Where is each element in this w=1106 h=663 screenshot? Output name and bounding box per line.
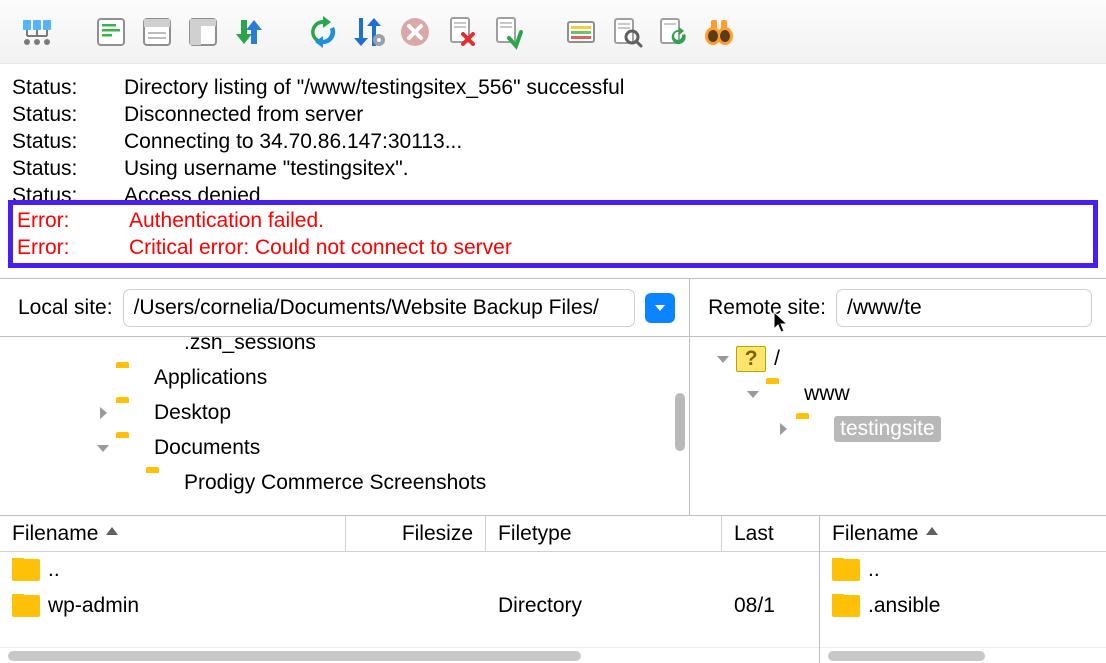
h-scrollbar[interactable] — [0, 647, 819, 663]
local-tree[interactable]: .zsh_sessions Applications Desktop Docum… — [0, 337, 689, 515]
site-manager-icon[interactable] — [18, 13, 56, 51]
sync-browse-icon[interactable] — [654, 13, 692, 51]
remote-tree[interactable]: ?/ www testingsite — [690, 337, 1106, 515]
col-last-modified[interactable]: Last — [722, 516, 819, 551]
folder-icon — [116, 436, 146, 460]
quickconnect-bar-icon[interactable] — [92, 13, 130, 51]
chevron-down-icon[interactable] — [710, 346, 736, 372]
log-row: Status:Disconnected from server — [0, 101, 1106, 128]
binoculars-icon[interactable] — [700, 13, 738, 51]
local-path-dropdown[interactable] — [645, 293, 675, 323]
tree-item[interactable]: Prodigy Commerce Screenshots — [0, 465, 689, 500]
local-file-list: Filename Filesize Filetype Last .. wp-ad… — [0, 516, 820, 663]
col-filetype[interactable]: Filetype — [486, 516, 722, 551]
list-row[interactable]: wp-admin Directory 08/1 — [0, 588, 819, 624]
sort-asc-icon — [104, 522, 120, 546]
remote-path-input[interactable] — [836, 289, 1092, 327]
tree-item[interactable]: Applications — [0, 360, 689, 395]
disconnect-icon[interactable] — [442, 13, 480, 51]
directory-compare-icon[interactable] — [562, 13, 600, 51]
list-header: Filename Filesize Filetype Last — [0, 516, 819, 552]
scrollbar-thumb[interactable] — [675, 393, 685, 451]
h-scrollbar[interactable] — [820, 647, 1106, 663]
tree-item[interactable]: Desktop — [0, 395, 689, 430]
error-highlight: Error:Authentication failed. Error:Criti… — [8, 200, 1098, 268]
folder-icon — [146, 471, 176, 495]
tree-item[interactable]: www — [690, 376, 1106, 411]
local-pane: Local site: .zsh_sessions Applications D… — [0, 279, 690, 515]
refresh-icon[interactable] — [304, 13, 342, 51]
folder-icon — [12, 559, 40, 581]
remote-path-bar: Remote site: — [690, 279, 1106, 337]
log-row: Status:Connecting to 34.70.86.147:30113.… — [0, 128, 1106, 155]
tree-item[interactable]: testingsite — [690, 411, 1106, 446]
chevron-down-icon[interactable] — [90, 435, 116, 461]
list-row[interactable]: .. — [0, 552, 819, 588]
log-row: Status:Access denied — [0, 182, 1106, 200]
search-icon[interactable] — [608, 13, 646, 51]
folder-open-icon — [796, 417, 826, 441]
toggle-message-log-icon[interactable] — [138, 13, 176, 51]
remote-site-label: Remote site: — [708, 296, 826, 320]
list-row[interactable]: .ansible — [820, 588, 1106, 624]
cancel-icon[interactable] — [396, 13, 434, 51]
message-log: Status:Directory listing of "/www/testin… — [0, 64, 1106, 278]
process-queue-icon[interactable] — [350, 13, 388, 51]
reconnect-icon[interactable] — [488, 13, 526, 51]
log-row: Status:Using username "testingsitex". — [0, 155, 1106, 182]
folder-icon — [116, 366, 146, 390]
tree-item[interactable]: Documents — [0, 430, 689, 465]
folder-icon — [12, 595, 40, 617]
sort-asc-icon — [924, 522, 940, 546]
log-row: Status:Directory listing of "/www/testin… — [0, 74, 1106, 101]
folder-icon — [116, 401, 146, 425]
folder-icon — [146, 337, 176, 355]
folder-icon — [832, 559, 860, 581]
tree-item[interactable]: .zsh_sessions — [0, 337, 689, 360]
chevron-right-icon[interactable] — [90, 400, 116, 426]
folder-icon — [832, 595, 860, 617]
col-filename[interactable]: Filename — [0, 516, 346, 551]
local-path-input[interactable] — [123, 289, 636, 327]
list-row[interactable]: .. — [820, 552, 1106, 588]
list-header: Filename — [820, 516, 1106, 552]
tree-item[interactable]: ?/ — [690, 341, 1106, 376]
main-toolbar — [0, 0, 1106, 64]
error-row: Error:Critical error: Could not connect … — [13, 234, 1093, 261]
unknown-folder-icon: ? — [736, 346, 766, 372]
col-filesize[interactable]: Filesize — [346, 516, 486, 551]
remote-pane: Remote site: ?/ www testingsite — [690, 279, 1106, 515]
local-site-label: Local site: — [18, 296, 113, 320]
folder-icon — [766, 382, 796, 406]
col-filename[interactable]: Filename — [820, 516, 1106, 551]
toggle-transfer-queue-icon[interactable] — [230, 13, 268, 51]
chevron-right-icon[interactable] — [770, 416, 796, 442]
chevron-down-icon[interactable] — [740, 381, 766, 407]
error-row: Error:Authentication failed. — [13, 207, 1093, 234]
toggle-tree-icon[interactable] — [184, 13, 222, 51]
local-path-bar: Local site: — [0, 279, 689, 337]
remote-file-list: Filename .. .ansible — [820, 516, 1106, 663]
